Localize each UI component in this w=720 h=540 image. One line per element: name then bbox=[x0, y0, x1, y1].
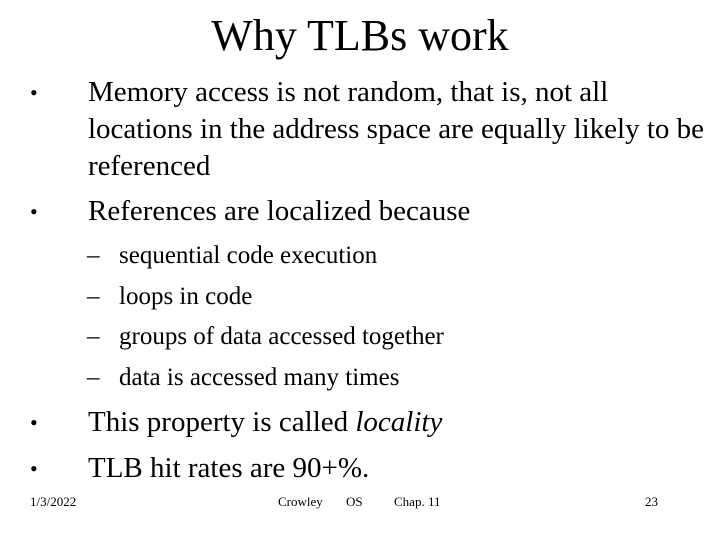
bullet-marker: • bbox=[30, 199, 38, 224]
bullet-marker: • bbox=[30, 410, 38, 435]
footer-page-number: 23 bbox=[645, 494, 658, 509]
slide-title: Why TLBs work bbox=[211, 11, 509, 60]
bullet-item: • References are localized because bbox=[30, 193, 710, 230]
sub-bullet-text: groups of data accessed together bbox=[119, 323, 444, 350]
sub-bullet-marker: – bbox=[87, 323, 100, 350]
sub-bullet-marker: – bbox=[87, 364, 100, 391]
sub-bullet-text: loops in code bbox=[119, 283, 253, 310]
sub-bullet-marker: – bbox=[87, 283, 100, 310]
bullet-text: References are localized because bbox=[88, 195, 471, 227]
sub-bullet-item: – data is accessed many times bbox=[87, 363, 687, 393]
bullet-item: • This property is called locality bbox=[30, 404, 710, 441]
bullet-marker: • bbox=[30, 456, 38, 481]
sub-bullet-item: – loops in code bbox=[87, 282, 687, 312]
sub-bullet-item: – groups of data accessed together bbox=[87, 322, 687, 352]
bullet-text: Memory access is not random, that is, no… bbox=[88, 76, 705, 182]
footer-course: OS bbox=[346, 494, 363, 509]
bullet-item: • Memory access is not random, that is, … bbox=[30, 74, 710, 185]
footer-date: 1/3/2022 bbox=[30, 494, 77, 509]
sub-bullet-text: data is accessed many times bbox=[119, 364, 400, 391]
emphasized-term: locality bbox=[355, 406, 443, 438]
bullet-text: TLB hit rates are 90+%. bbox=[88, 452, 370, 484]
bullet-text: This property is called bbox=[88, 406, 356, 438]
sub-bullet-item: – sequential code execution bbox=[87, 241, 687, 271]
footer-chapter: Chap. 11 bbox=[394, 494, 441, 509]
sub-bullet-text: sequential code execution bbox=[119, 242, 378, 269]
bullet-item: • TLB hit rates are 90+%. bbox=[30, 450, 710, 487]
footer-author: Crowley bbox=[278, 494, 323, 509]
sub-bullet-marker: – bbox=[87, 242, 100, 269]
bullet-marker: • bbox=[30, 80, 38, 105]
